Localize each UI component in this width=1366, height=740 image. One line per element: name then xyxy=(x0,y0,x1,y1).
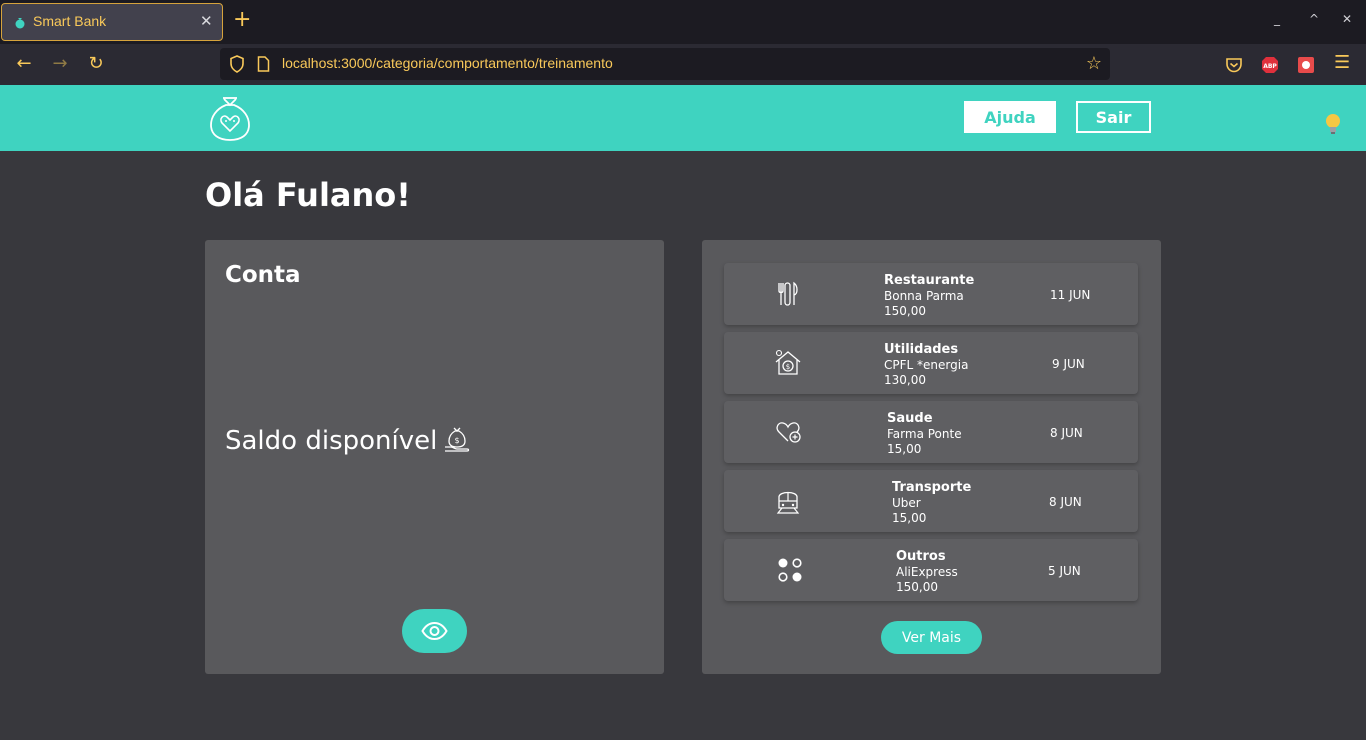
greeting-title: Olá Fulano! xyxy=(205,176,411,214)
money-bag-favicon-icon xyxy=(15,18,25,29)
house-money-icon: $ xyxy=(775,349,801,375)
transaction-item-saude[interactable]: Saude Farma Ponte 15,00 8 JUN xyxy=(724,401,1138,463)
transaction-amount: 130,00 xyxy=(884,373,926,387)
browser-tab-bar: Smart Bank ✕ + _ ^ ✕ xyxy=(0,0,1366,44)
transaction-merchant: Uber xyxy=(892,496,921,510)
browser-nav-bar: ← → ↻ localhost:3000/categoria/comportam… xyxy=(0,44,1366,85)
svg-text:$: $ xyxy=(786,363,790,371)
transaction-amount: 15,00 xyxy=(887,442,922,456)
eye-icon xyxy=(421,621,448,641)
transaction-amount: 15,00 xyxy=(892,511,927,525)
new-tab-button[interactable]: + xyxy=(233,8,251,32)
transaction-item-utilidades[interactable]: $ Utilidades CPFL *energia 130,00 9 JUN xyxy=(724,332,1138,394)
transaction-merchant: AliExpress xyxy=(896,565,958,579)
minimize-button[interactable]: _ xyxy=(1274,12,1280,26)
url-text[interactable]: localhost:3000/categoria/comportamento/t… xyxy=(282,55,613,71)
dots-icon xyxy=(778,558,802,582)
transaction-date: 11 JUN xyxy=(1050,288,1091,302)
transaction-merchant: Bonna Parma xyxy=(884,289,964,303)
close-window-button[interactable]: ✕ xyxy=(1342,12,1352,26)
lightbulb-icon[interactable] xyxy=(1322,111,1344,137)
help-button[interactable]: Ajuda xyxy=(964,101,1056,133)
balance-label: Saldo disponível xyxy=(225,426,438,456)
logout-button[interactable]: Sair xyxy=(1076,101,1151,133)
tab-close-icon[interactable]: ✕ xyxy=(200,12,213,30)
account-title: Conta xyxy=(225,262,301,288)
pocket-icon[interactable] xyxy=(1225,56,1243,74)
tab-title: Smart Bank xyxy=(33,13,107,29)
transaction-category: Utilidades xyxy=(884,342,959,357)
shield-icon xyxy=(230,55,244,73)
account-card: Conta Saldo disponível $ xyxy=(205,240,664,674)
bookmark-star-icon[interactable]: ☆ xyxy=(1086,53,1102,74)
transaction-date: 8 JUN xyxy=(1050,426,1083,440)
page-icon xyxy=(257,56,270,72)
maximize-button[interactable]: ^ xyxy=(1309,12,1319,26)
transaction-category: Saude xyxy=(887,411,933,426)
transaction-merchant: CPFL *energia xyxy=(884,358,969,372)
transaction-item-restaurante[interactable]: Restaurante Bonna Parma 150,00 11 JUN xyxy=(724,263,1138,325)
browser-tab[interactable]: Smart Bank ✕ xyxy=(1,3,223,41)
money-bag-logo-icon[interactable] xyxy=(208,93,252,143)
train-icon xyxy=(776,491,800,514)
transaction-date: 9 JUN xyxy=(1052,357,1085,371)
transaction-item-transporte[interactable]: Transporte Uber 15,00 8 JUN xyxy=(724,470,1138,532)
transaction-category: Transporte xyxy=(892,480,972,495)
show-balance-button[interactable] xyxy=(402,609,467,653)
forward-icon[interactable]: → xyxy=(50,54,70,74)
transaction-category: Restaurante xyxy=(884,273,975,288)
menu-icon[interactable]: ☰ xyxy=(1334,52,1350,73)
transaction-item-outros[interactable]: Outros AliExpress 150,00 5 JUN xyxy=(724,539,1138,601)
transaction-merchant: Farma Ponte xyxy=(887,427,962,441)
see-more-button[interactable]: Ver Mais xyxy=(881,621,982,654)
transaction-category: Outros xyxy=(896,549,946,564)
app-header: Ajuda Sair xyxy=(0,85,1366,151)
money-bag-hand-icon: $ xyxy=(445,427,470,452)
back-icon[interactable]: ← xyxy=(14,54,34,74)
svg-text:$: $ xyxy=(454,436,459,445)
transaction-date: 8 JUN xyxy=(1049,495,1082,509)
transaction-amount: 150,00 xyxy=(896,580,938,594)
health-heart-icon xyxy=(776,422,801,443)
cutlery-icon xyxy=(778,281,798,306)
transaction-date: 5 JUN xyxy=(1048,564,1081,578)
adblock-plus-icon[interactable]: ABP xyxy=(1261,56,1279,74)
url-bar[interactable]: localhost:3000/categoria/comportamento/t… xyxy=(220,48,1110,80)
extension-icon[interactable] xyxy=(1297,56,1315,74)
transaction-amount: 150,00 xyxy=(884,304,926,318)
transactions-card: Restaurante Bonna Parma 150,00 11 JUN $ … xyxy=(702,240,1161,674)
reload-icon[interactable]: ↻ xyxy=(86,54,106,74)
svg-text:ABP: ABP xyxy=(1263,63,1277,70)
